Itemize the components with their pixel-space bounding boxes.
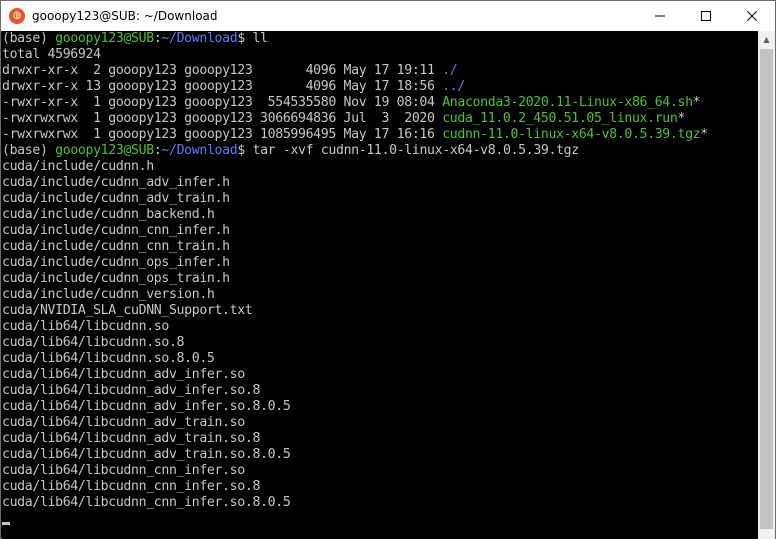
listing-suffix: *: [692, 95, 701, 110]
prompt-env: (base): [2, 143, 56, 158]
command-text: tar -xvf cudnn-11.0-linux-x64-v8.0.5.39.…: [252, 143, 580, 158]
extracted-file-line: cuda/lib64/libcudnn_adv_infer.so.8: [2, 383, 261, 398]
file-listing: drwxr-xr-x 2 gooopy123 gooopy123 4096 Ma…: [2, 63, 758, 143]
extracted-file-line: cuda/include/cudnn_cnn_train.h: [2, 239, 230, 254]
extracted-file-line: cuda/lib64/libcudnn_adv_infer.so: [2, 367, 245, 382]
window-controls: [637, 1, 775, 31]
extracted-file-line: cuda/include/cudnn_backend.h: [2, 207, 215, 222]
prompt-end: $: [237, 143, 253, 158]
listing-attrs: drwxr-xr-x 13 gooopy123 gooopy123 4096 M…: [2, 79, 443, 94]
extracted-file-line: cuda/lib64/libcudnn_adv_train.so: [2, 415, 245, 430]
listing-row: -rwxrwxrwx 1 gooopy123 gooopy123 3066694…: [2, 111, 758, 127]
cursor-line: [2, 511, 758, 527]
close-button[interactable]: [729, 1, 775, 31]
extracted-file-line: cuda/include/cudnn_adv_infer.h: [2, 175, 230, 190]
listing-name: cuda_11.0.2_450.51.05_linux.run: [442, 111, 678, 126]
maximize-icon: [701, 11, 711, 21]
extracted-file-line: cuda/lib64/libcudnn.so.8: [2, 335, 185, 350]
prompt-user: gooopy123@SUB: [55, 31, 154, 46]
terminal-window: ◍ gooopy123@SUB: ~/Download (base) gooop…: [0, 0, 776, 539]
total-line: total 4596924: [2, 47, 101, 62]
prompt-line-2: (base) gooopy123@SUB:~/Download$ tar -xv…: [2, 143, 758, 159]
listing-row: drwxr-xr-x 13 gooopy123 gooopy123 4096 M…: [2, 79, 758, 95]
listing-attrs: -rwxrwxrwx 1 gooopy123 gooopy123 3066694…: [2, 111, 443, 126]
extracted-file-line: cuda/include/cudnn_ops_infer.h: [2, 255, 230, 270]
ubuntu-icon[interactable]: ◍: [9, 8, 25, 24]
title-bar[interactable]: ◍ gooopy123@SUB: ~/Download: [1, 1, 775, 31]
close-icon: [747, 11, 757, 21]
prompt-env: (base): [2, 31, 56, 46]
extracted-file-line: cuda/lib64/libcudnn_cnn_infer.so.8: [2, 479, 261, 494]
extracted-file-line: cuda/include/cudnn_ops_train.h: [2, 271, 230, 286]
extracted-file-line: cuda/include/cudnn_version.h: [2, 287, 215, 302]
extracted-file-line: cuda/NVIDIA_SLA_cuDNN_Support.txt: [2, 303, 253, 318]
window-title: gooopy123@SUB: ~/Download: [32, 9, 218, 23]
maximize-button[interactable]: [683, 1, 729, 31]
prompt-path: ~/Download: [161, 143, 238, 158]
listing-suffix: *: [677, 111, 686, 126]
listing-row: -rwxr-xr-x 1 gooopy123 gooopy123 5545355…: [2, 95, 758, 111]
extracted-file-line: cuda/lib64/libcudnn.so: [2, 319, 169, 334]
listing-suffix: *: [700, 127, 708, 142]
prompt-end: $: [237, 31, 253, 46]
listing-name: ../: [442, 79, 465, 94]
text-cursor: [2, 522, 10, 525]
listing-name: Anaconda3-2020.11-Linux-x86_64.sh: [442, 95, 693, 110]
command-text: ll: [252, 31, 269, 46]
extracted-file-line: cuda/lib64/libcudnn_adv_train.so.8.0.5: [2, 447, 291, 462]
terminal-output[interactable]: (base) gooopy123@SUB:~/Download$ ll tota…: [2, 31, 758, 539]
extracted-file-line: cuda/lib64/libcudnn_adv_train.so.8: [2, 431, 261, 446]
minimize-button[interactable]: [637, 1, 683, 31]
listing-attrs: drwxr-xr-x 2 gooopy123 gooopy123 4096 Ma…: [2, 63, 443, 78]
listing-attrs: -rwxr-xr-x 1 gooopy123 gooopy123 5545355…: [2, 95, 443, 110]
extracted-file-line: cuda/lib64/libcudnn_adv_infer.so.8.0.5: [2, 399, 291, 414]
extracted-file-line: cuda/include/cudnn_adv_train.h: [2, 191, 230, 206]
prompt-user: gooopy123@SUB: [55, 143, 154, 158]
listing-name: cudnn-11.0-linux-x64-v8.0.5.39.tgz: [442, 127, 701, 142]
scroll-thumb[interactable]: [760, 49, 773, 529]
prompt-path: ~/Download: [161, 31, 238, 46]
listing-attrs: -rwxrwxrwx 1 gooopy123 gooopy123 1085996…: [2, 127, 443, 142]
extracted-file-line: cuda/lib64/libcudnn_cnn_infer.so: [2, 463, 245, 478]
minimize-icon: [655, 15, 665, 17]
vertical-scrollbar[interactable]: ▲: [758, 31, 775, 539]
listing-row: drwxr-xr-x 2 gooopy123 gooopy123 4096 Ma…: [2, 63, 758, 79]
extracted-file-line: cuda/lib64/libcudnn_cnn_infer.so.8.0.5: [2, 495, 291, 510]
listing-row: -rwxrwxrwx 1 gooopy123 gooopy123 1085996…: [2, 127, 758, 143]
scroll-up-icon[interactable]: ▲: [758, 31, 775, 48]
extracted-file-line: cuda/include/cudnn_cnn_infer.h: [2, 223, 230, 238]
prompt-line-1: (base) gooopy123@SUB:~/Download$ ll: [2, 31, 758, 47]
listing-name: ./: [442, 63, 458, 78]
extracted-file-line: cuda/lib64/libcudnn.so.8.0.5: [2, 351, 215, 366]
extracted-file-line: cuda/include/cudnn.h: [2, 159, 154, 174]
extracted-files: cuda/include/cudnn.h cuda/include/cudnn_a…: [2, 159, 758, 511]
